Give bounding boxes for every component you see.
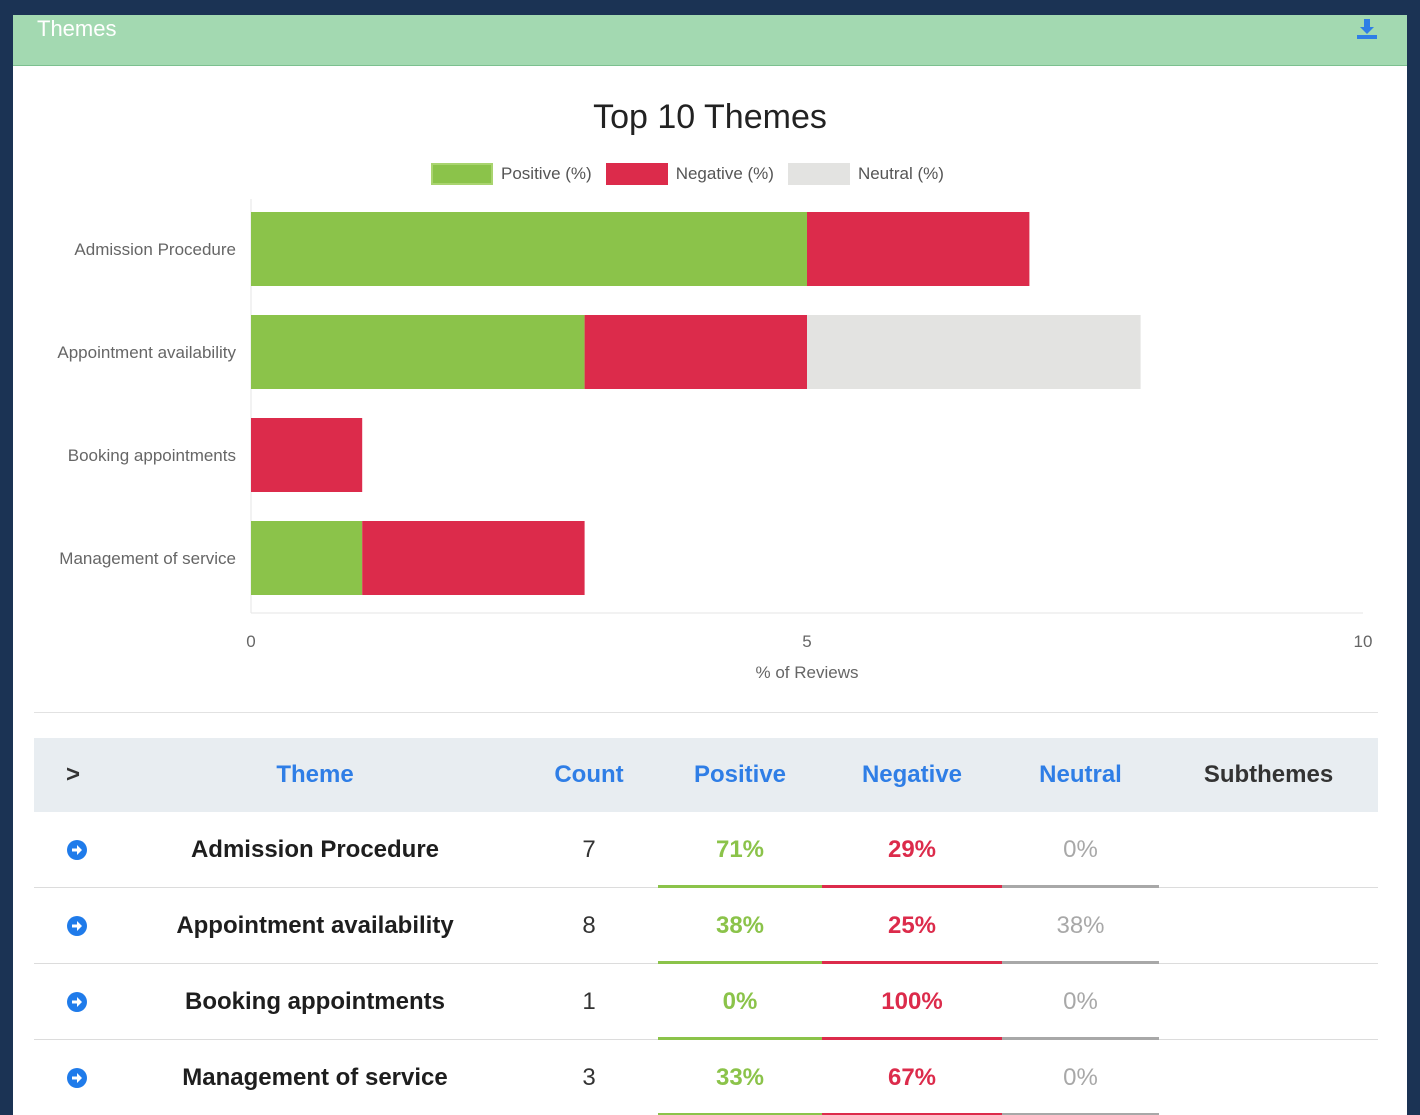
table-header: > Theme Count Positive Negative Neutral … — [34, 738, 1378, 812]
bar-negative-2[interactable] — [251, 418, 363, 492]
legend-swatch-negative — [605, 163, 668, 185]
y-tick-label: Management of service — [59, 549, 236, 568]
legend-label-neutral: Neutral (%) — [857, 164, 944, 183]
theme-count: 7 — [582, 835, 596, 863]
y-tick-label: Booking appointments — [68, 446, 236, 465]
negative-column-header[interactable]: Negative — [822, 761, 1002, 789]
negative-percent: 29% — [887, 835, 937, 863]
panel-header: Themes — [13, 15, 1407, 66]
x-tick-label: 10 — [1354, 632, 1373, 651]
legend-item-positive[interactable]: Positive (%) — [431, 163, 592, 185]
theme-name: Booking appointments — [185, 987, 445, 1015]
negative-percent: 100% — [881, 987, 943, 1015]
bar-positive-0[interactable] — [251, 212, 807, 286]
x-axis-label: % of Reviews — [756, 663, 859, 682]
neutral-column-header[interactable]: Neutral — [1002, 761, 1159, 789]
bar-negative-0[interactable] — [807, 212, 1030, 286]
theme-name: Admission Procedure — [190, 835, 440, 863]
bar-negative-1[interactable] — [584, 315, 807, 389]
legend-label-negative: Negative (%) — [675, 164, 774, 183]
arrow-circle-right-icon[interactable] — [66, 991, 88, 1013]
negative-percent: 67% — [887, 1063, 937, 1091]
bar-positive-3[interactable] — [251, 521, 363, 595]
subthemes-column-header: Subthemes — [1203, 761, 1334, 788]
table-row[interactable]: Management of service 3 33% 67% 0% — [34, 1040, 1378, 1115]
chart-legend: Positive (%) Negative (%) Neutral (%) — [431, 163, 958, 185]
positive-percent: 33% — [715, 1063, 765, 1091]
y-tick-label: Admission Procedure — [74, 240, 236, 259]
x-tick-label: 0 — [246, 632, 255, 651]
positive-percent: 38% — [715, 911, 765, 939]
neutral-percent: 0% — [1063, 987, 1098, 1015]
arrow-circle-right-icon[interactable] — [66, 839, 88, 861]
row-expand-cell — [34, 1067, 110, 1089]
chart-title: Top 10 Themes — [593, 98, 827, 136]
legend-item-neutral[interactable]: Neutral (%) — [787, 163, 944, 185]
neutral-percent: 0% — [1063, 835, 1098, 863]
positive-percent: 0% — [722, 987, 758, 1015]
section-divider — [34, 712, 1378, 713]
legend-swatch-neutral — [787, 163, 850, 185]
legend-label-positive: Positive (%) — [501, 164, 592, 183]
table-row[interactable]: Appointment availability 8 38% 25% 38% — [34, 888, 1378, 964]
row-expand-cell — [34, 839, 110, 861]
neutral-percent: 38% — [1056, 911, 1105, 939]
themes-panel: Themes Top 10 Themes Positive (%) Negati… — [13, 15, 1407, 1115]
legend-item-negative[interactable]: Negative (%) — [605, 163, 774, 185]
negative-percent: 25% — [887, 911, 937, 939]
theme-name: Appointment availability — [176, 911, 454, 939]
themes-bar-chart: Admission Procedure Appointment availabil… — [57, 199, 1373, 682]
bar-neutral-1[interactable] — [807, 315, 1141, 389]
row-expand-cell — [34, 991, 110, 1013]
download-icon[interactable] — [1355, 17, 1379, 41]
table-row[interactable]: Booking appointments 1 0% 100% 0% — [34, 964, 1378, 1040]
arrow-circle-right-icon[interactable] — [66, 1067, 88, 1089]
theme-column-header[interactable]: Theme — [110, 761, 520, 789]
theme-count: 1 — [582, 987, 596, 1015]
themes-table: > Theme Count Positive Negative Neutral … — [34, 738, 1378, 1115]
table-row[interactable]: Admission Procedure 7 71% 29% 0% — [34, 812, 1378, 888]
x-tick-label: 5 — [802, 632, 811, 651]
count-column-header[interactable]: Count — [520, 761, 658, 789]
y-tick-label: Appointment availability — [57, 343, 236, 362]
theme-count: 8 — [582, 911, 596, 939]
bar-positive-1[interactable] — [251, 315, 585, 389]
bar-negative-3[interactable] — [362, 521, 585, 595]
positive-percent: 71% — [715, 835, 765, 863]
row-expand-cell — [34, 915, 110, 937]
expand-column-header[interactable]: > — [34, 761, 110, 789]
panel-title: Themes — [37, 16, 117, 41]
neutral-percent: 0% — [1063, 1063, 1098, 1091]
theme-count: 3 — [582, 1063, 596, 1091]
positive-column-header[interactable]: Positive — [658, 761, 822, 789]
legend-swatch-positive — [431, 163, 493, 185]
arrow-circle-right-icon[interactable] — [66, 915, 88, 937]
theme-name: Management of service — [182, 1063, 448, 1091]
